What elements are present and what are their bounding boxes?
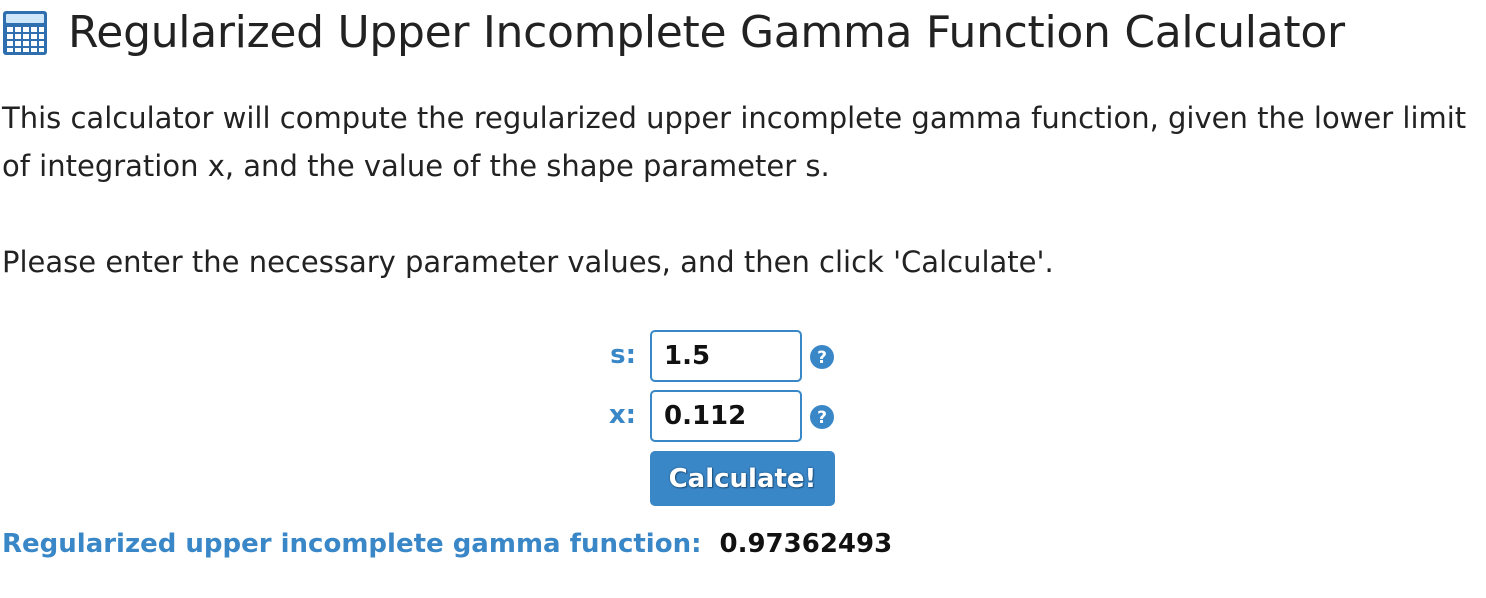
s-field-label: s: <box>610 340 636 370</box>
page-title: Regularized Upper Incomplete Gamma Funct… <box>68 6 1345 58</box>
question-circle-icon[interactable]: ? <box>810 345 834 369</box>
question-circle-icon[interactable]: ? <box>810 405 834 429</box>
x-field-label: x: <box>608 400 636 430</box>
calculator-page: Regularized Upper Incomplete Gamma Funct… <box>0 0 1486 598</box>
result-row: Regularized upper incomplete gamma funct… <box>2 522 892 566</box>
svg-text:?: ? <box>817 408 827 428</box>
svg-text:?: ? <box>817 348 827 368</box>
calculator-icon <box>3 11 47 55</box>
x-input[interactable] <box>650 390 802 442</box>
calculator-instruction: Please enter the necessary parameter val… <box>2 245 1054 279</box>
s-input[interactable] <box>650 330 802 382</box>
page-header: Regularized Upper Incomplete Gamma Funct… <box>2 2 1345 62</box>
calculator-description: This calculator will compute the regular… <box>2 101 1467 183</box>
result-label: Regularized upper incomplete gamma funct… <box>2 529 702 559</box>
result-value: 0.97362493 <box>719 529 893 559</box>
calculate-button[interactable]: Calculate! <box>650 451 835 506</box>
